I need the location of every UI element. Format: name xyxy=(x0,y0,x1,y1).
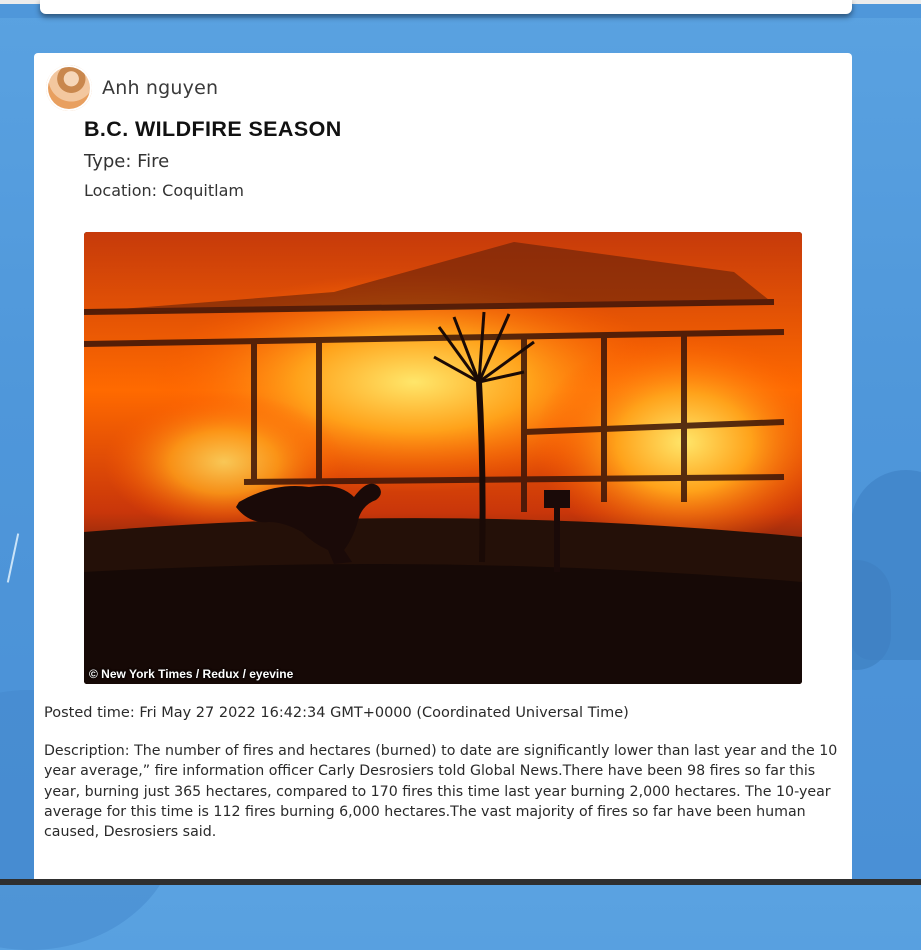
post-location: Location: Coquitlam xyxy=(84,181,244,200)
bottom-bar xyxy=(0,879,921,885)
post-title: B.C. WILDFIRE SEASON xyxy=(84,117,342,141)
author-row[interactable]: Anh nguyen xyxy=(46,63,218,113)
post-image: © New York Times / Redux / eyevine xyxy=(84,232,802,684)
author-name[interactable]: Anh nguyen xyxy=(102,77,218,99)
posted-time: Posted time: Fri May 27 2022 16:42:34 GM… xyxy=(44,705,629,721)
post-type: Type: Fire xyxy=(84,151,170,172)
post-card: Anh nguyen B.C. WILDFIRE SEASON Type: Fi… xyxy=(34,53,852,879)
post-description: Description: The number of fires and hec… xyxy=(44,743,838,841)
wildfire-photo xyxy=(84,232,802,684)
background-streak xyxy=(6,533,20,583)
user-avatar[interactable] xyxy=(46,65,92,111)
previous-card-edge xyxy=(40,0,852,14)
image-credit: © New York Times / Redux / eyevine xyxy=(89,667,294,681)
